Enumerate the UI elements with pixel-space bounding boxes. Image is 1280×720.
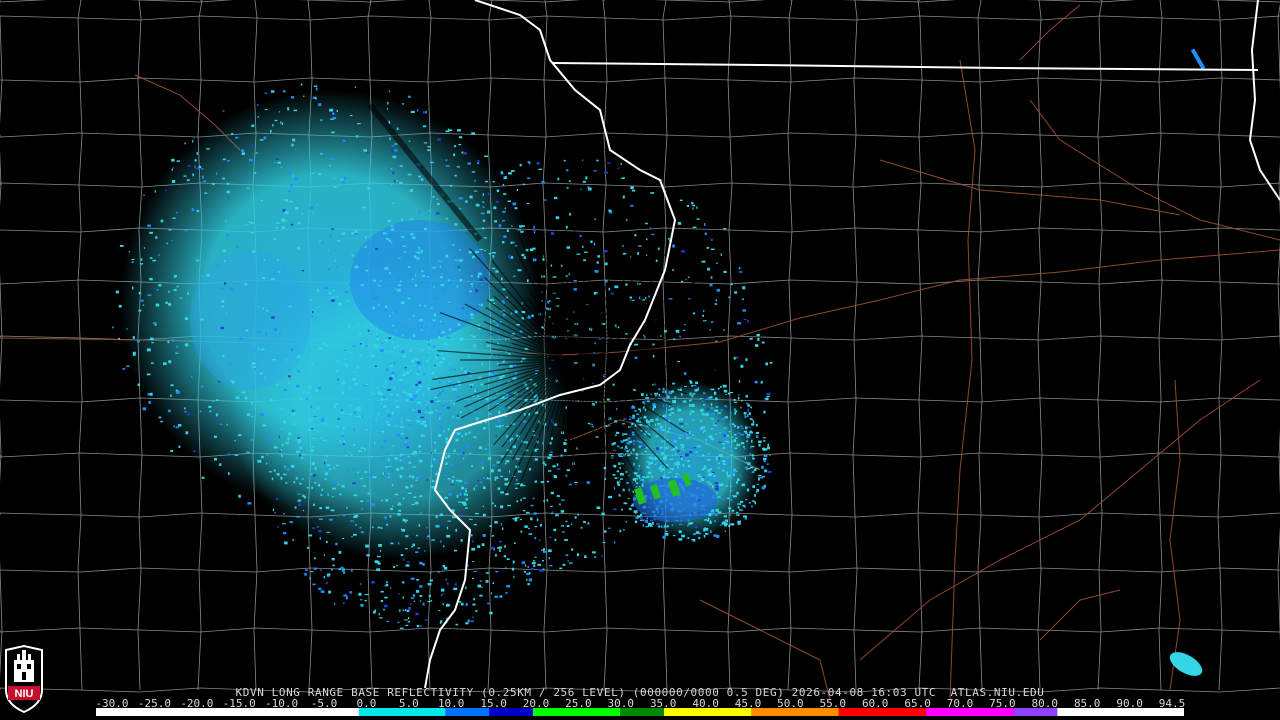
scale-segment	[838, 708, 927, 716]
color-scale-bar	[96, 708, 1184, 716]
scale-segment	[96, 708, 359, 716]
scale-segment	[664, 708, 752, 716]
scale-segment	[532, 708, 621, 716]
radar-map: NIU	[0, 0, 1280, 720]
scale-segment	[358, 708, 360, 716]
scale-segment	[1013, 708, 1058, 716]
scale-segment	[445, 708, 490, 716]
scale-segment	[489, 708, 533, 716]
scale-segment	[926, 708, 1014, 716]
scale-segment	[359, 708, 446, 716]
scale-segment	[751, 708, 839, 716]
scale-segment	[1057, 708, 1184, 716]
scale-segment	[620, 708, 664, 716]
